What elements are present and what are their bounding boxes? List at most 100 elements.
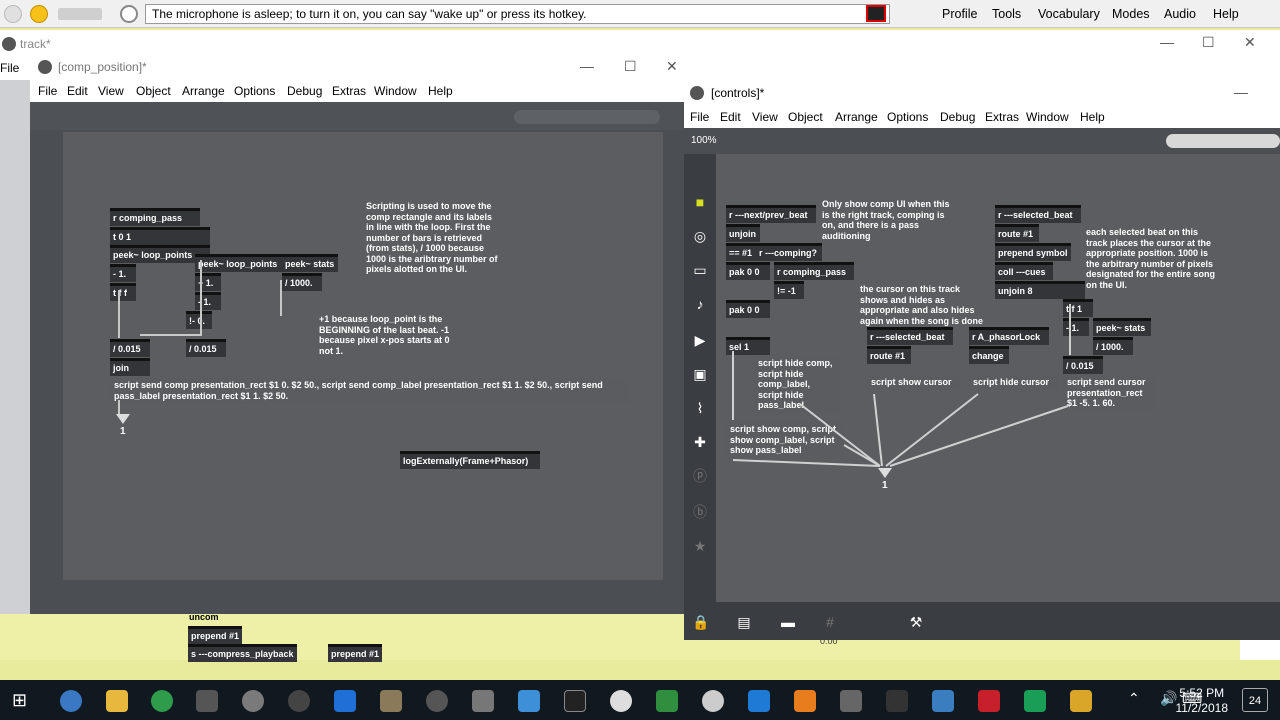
r-comping-pass-object[interactable]: r comping_pass <box>110 208 200 226</box>
prepend-object-2[interactable]: prepend #1 <box>328 644 383 662</box>
menu-help[interactable]: Help <box>428 84 453 98</box>
menu-options[interactable]: Options <box>234 84 275 98</box>
play-icon[interactable]: ▶ <box>692 332 708 348</box>
eq1-object[interactable]: == #1 <box>726 243 756 261</box>
menu-profile[interactable]: Profile <box>942 7 977 21</box>
r-next-prev-beat-object[interactable]: r ---next/prev_beat <box>726 205 816 223</box>
menu-arrange[interactable]: Arrange <box>182 84 225 98</box>
minimize-button[interactable]: — <box>1160 34 1174 50</box>
menu-debug[interactable]: Debug <box>940 110 975 124</box>
menu-file[interactable]: File <box>690 110 709 124</box>
menu-audio[interactable]: Audio <box>1164 7 1196 21</box>
pak00-object[interactable]: pak 0 0 <box>726 262 770 280</box>
live-icon[interactable] <box>196 690 218 712</box>
vscode-icon[interactable] <box>748 690 770 712</box>
panel-icon[interactable]: ▭ <box>692 262 708 278</box>
midi-icon[interactable] <box>840 690 862 712</box>
paperclip-icon[interactable]: ⌇ <box>692 400 708 416</box>
palette-icon[interactable] <box>380 690 402 712</box>
menu-extras[interactable]: Extras <box>985 110 1019 124</box>
menu-options[interactable]: Options <box>887 110 928 124</box>
menu-object[interactable]: Object <box>788 110 823 124</box>
unjoin8-object[interactable]: unjoin 8 <box>995 281 1085 299</box>
maximize-button[interactable]: ☐ <box>1202 34 1215 51</box>
hide-comp-message[interactable]: script hide comp, script hide comp_label… <box>754 356 840 413</box>
menu-help[interactable]: Help <box>1080 110 1105 124</box>
div015-object[interactable]: / 0.015 <box>110 339 150 357</box>
show-cursor-message[interactable]: script show cursor <box>867 375 959 390</box>
star-icon[interactable]: ★ <box>692 538 708 554</box>
prepend-object[interactable]: prepend #1 <box>188 626 243 644</box>
outlet-icon[interactable] <box>116 414 130 424</box>
send-cursor-message[interactable]: script send cursor presentation_rect $1 … <box>1063 375 1155 411</box>
script-send-message[interactable]: script send comp presentation_rect $1 0.… <box>110 378 630 403</box>
network-icon[interactable] <box>932 690 954 712</box>
max-icon[interactable] <box>610 690 632 712</box>
peek-stats-object[interactable]: peek~ stats <box>282 254 338 272</box>
volume-slider[interactable] <box>58 8 102 20</box>
folder-icon[interactable] <box>106 690 128 712</box>
vlc-icon[interactable] <box>794 690 816 712</box>
peek-loop-points-object-2[interactable]: peek~ loop_points <box>195 254 283 272</box>
minimize-button[interactable]: — <box>1234 84 1248 100</box>
r-selected-beat-object[interactable]: r ---selected_beat <box>995 205 1081 223</box>
menu-window[interactable]: Window <box>374 84 417 98</box>
menu-edit[interactable]: Edit <box>720 110 741 124</box>
maximize-button[interactable]: ☐ <box>624 58 637 75</box>
chart-icon[interactable] <box>656 690 678 712</box>
menu-view[interactable]: View <box>752 110 778 124</box>
menu-extras[interactable]: Extras <box>332 84 366 98</box>
puzzle-icon[interactable]: ✚ <box>692 434 708 450</box>
comment-icon[interactable]: ▬ <box>780 614 796 630</box>
prepend-symbol-object[interactable]: prepend symbol <box>995 243 1071 261</box>
menu-file[interactable]: File <box>0 61 19 75</box>
browser-icon[interactable] <box>60 690 82 712</box>
presentation-icon[interactable]: ▤ <box>736 614 752 630</box>
search-field[interactable] <box>514 110 660 124</box>
div1000-object[interactable]: / 1000. <box>1093 337 1133 355</box>
r-selected-beat-object-2[interactable]: r ---selected_beat <box>867 327 953 345</box>
r-comping-pass-object[interactable]: r comping_pass <box>774 262 854 280</box>
menu-debug[interactable]: Debug <box>287 84 322 98</box>
hide-cursor-message[interactable]: script hide cursor <box>969 375 1057 390</box>
screenshot-icon[interactable] <box>472 690 494 712</box>
route1-object[interactable]: route #1 <box>995 224 1039 242</box>
lock-icon[interactable]: 🔒 <box>692 614 709 630</box>
neq1-object[interactable]: != -1 <box>774 281 804 299</box>
minimize-button[interactable]: — <box>580 58 594 74</box>
minus1-object-2[interactable]: - 1. <box>195 292 221 310</box>
grid-icon[interactable]: # <box>822 614 838 630</box>
music-note-icon[interactable]: ♪ <box>692 296 708 312</box>
plus1-object[interactable]: + 1. <box>195 273 221 291</box>
div015-object[interactable]: / 0.015 <box>1063 356 1103 374</box>
app-icon[interactable] <box>242 690 264 712</box>
menu-file[interactable]: File <box>38 84 57 98</box>
route1-object-2[interactable]: route #1 <box>867 346 911 364</box>
tray-chevron-icon[interactable]: ⌃ <box>1128 690 1140 707</box>
minus1-object[interactable]: - 1. <box>110 264 136 282</box>
sel1-object[interactable]: sel 1 <box>726 337 770 355</box>
r-comping-object[interactable]: r ---comping? <box>756 243 822 261</box>
search-field[interactable] <box>1166 134 1280 148</box>
menu-edit[interactable]: Edit <box>67 84 88 98</box>
dragon-status-icon[interactable] <box>4 5 22 23</box>
notification-badge[interactable]: 24 <box>1242 688 1268 712</box>
colorful-icon[interactable] <box>1070 690 1092 712</box>
menu-window[interactable]: Window <box>1026 110 1069 124</box>
notminus0-object[interactable]: !- 0. <box>186 311 212 329</box>
tf1-object[interactable]: t f 1 <box>1063 299 1093 317</box>
dragon-mic-icon[interactable] <box>30 5 48 23</box>
div1000-object[interactable]: / 1000. <box>282 273 322 291</box>
dragon-target-icon[interactable] <box>120 5 138 23</box>
wrench-icon[interactable]: ⚒ <box>908 614 924 630</box>
dots-icon[interactable] <box>886 690 908 712</box>
logexternally-object[interactable]: logExternally(Frame+Phasor) <box>400 451 540 469</box>
remote-icon[interactable] <box>518 690 540 712</box>
peek-stats-object[interactable]: peek~ stats <box>1093 318 1151 336</box>
r-phasorlock-object[interactable]: r A_phasorLock <box>969 327 1049 345</box>
join-object[interactable]: join <box>110 358 150 376</box>
terminal-icon[interactable] <box>564 690 586 712</box>
outlet-icon[interactable] <box>878 468 892 478</box>
sheets-icon[interactable] <box>1024 690 1046 712</box>
safari-icon[interactable] <box>426 690 448 712</box>
